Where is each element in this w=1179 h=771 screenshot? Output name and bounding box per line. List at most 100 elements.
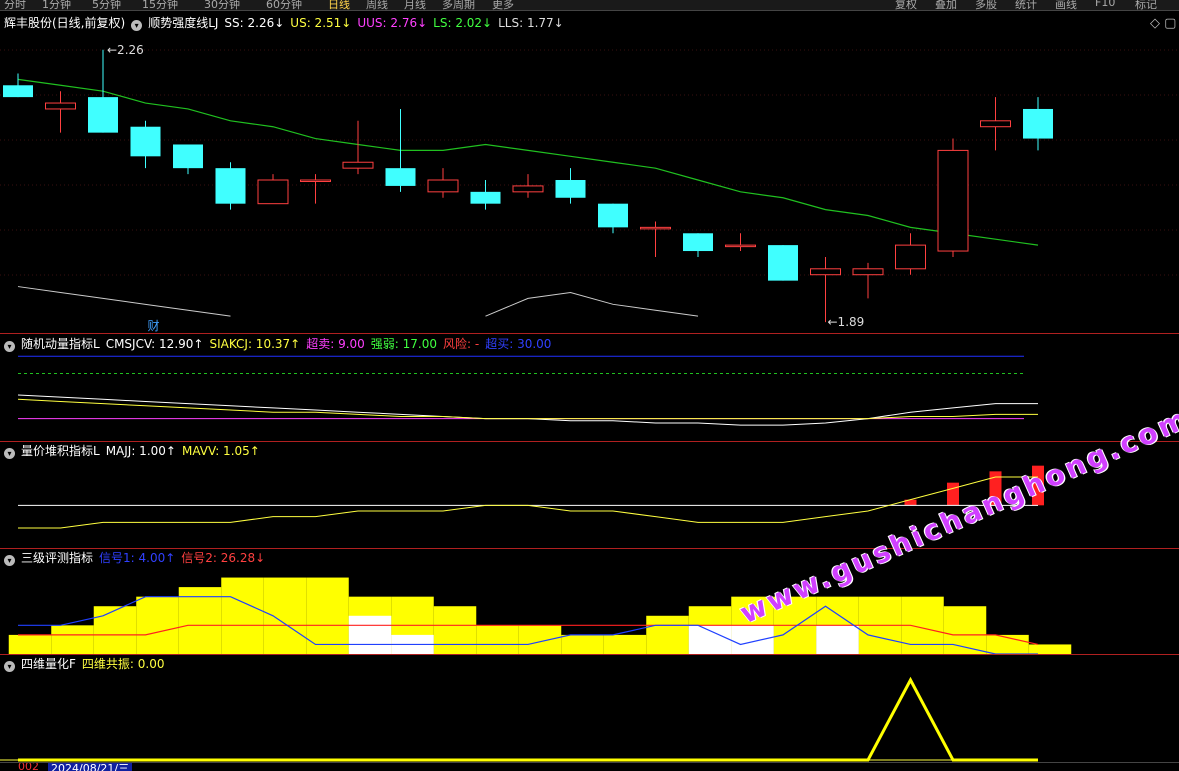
indicator-name[interactable]: 顺势强度线LJ — [148, 16, 218, 30]
candle-body — [470, 191, 501, 204]
candle-body — [555, 180, 586, 198]
panel4-title[interactable]: 三级评测指标 — [21, 551, 93, 565]
candle-body — [895, 244, 926, 270]
highlight-block — [348, 615, 392, 654]
candle-body — [300, 179, 331, 182]
tool-button-0[interactable]: 复权 — [895, 0, 917, 12]
indicator-value: UUS: 2.76↓ — [357, 16, 428, 30]
indicator-value: SS: 2.26↓ — [224, 16, 285, 30]
level-block — [136, 596, 179, 654]
finance-marker: 财 — [148, 319, 160, 333]
level-block — [93, 606, 137, 654]
indicator-value: LLS: 1.77↓ — [498, 16, 564, 30]
period-tab-1[interactable]: 1分钟 — [42, 0, 71, 12]
low-price-label: ←1.89 — [828, 315, 865, 329]
level-block — [646, 615, 689, 654]
panel-separator — [0, 548, 1179, 549]
period-tab-10[interactable]: 更多 — [492, 0, 514, 12]
candle-body — [173, 144, 203, 169]
level-block — [561, 634, 604, 654]
oscillator-line — [485, 291, 699, 317]
tool-button-3[interactable]: 统计 — [1015, 0, 1037, 12]
indicator-value: 四维共振: 0.00 — [81, 657, 165, 671]
highlight-block — [816, 625, 859, 654]
level-block — [263, 577, 307, 654]
candle-body — [598, 203, 628, 228]
candle-body — [130, 126, 161, 157]
tool-button-5[interactable]: F10 — [1095, 0, 1115, 9]
period-tab-3[interactable]: 15分钟 — [142, 0, 178, 12]
candle-body — [385, 168, 416, 186]
period-tab-8[interactable]: 月线 — [404, 0, 426, 12]
window-icon[interactable]: ▢ — [1164, 16, 1176, 31]
collapse-icon[interactable]: ▾ — [4, 448, 15, 459]
mavv-line — [18, 476, 1038, 529]
main-panel-header: 辉丰股份(日线,前复权) ▾ 顺势强度线LJ SS: 2.26↓ US: 2.51↓ UU… — [4, 15, 576, 31]
highlight-block — [731, 625, 774, 654]
tool-button-2[interactable]: 多股 — [975, 0, 997, 12]
indicator-value: 信号1: 4.00↑ — [99, 551, 176, 565]
candle-body — [3, 85, 33, 98]
candle-body — [45, 102, 76, 110]
collapse-icon[interactable]: ▾ — [4, 341, 15, 352]
candle-body — [852, 268, 884, 276]
level-block — [433, 606, 477, 654]
indicator-value: US: 2.51↓ — [290, 16, 352, 30]
candle-body — [810, 268, 841, 276]
panel3-title[interactable]: 量价堆积指标L — [21, 444, 100, 458]
period-tab-6[interactable]: 日线 — [328, 0, 350, 12]
candle-body — [88, 97, 118, 133]
panel-separator — [0, 654, 1179, 655]
level-block — [1028, 644, 1072, 654]
level-block — [603, 634, 647, 654]
panel2-title[interactable]: 随机动量指标L — [21, 337, 100, 351]
ma-line — [17, 78, 1039, 246]
level-block — [221, 577, 264, 654]
tool-button-1[interactable]: 叠加 — [935, 0, 957, 12]
candle-body — [342, 161, 374, 169]
period-tab-0[interactable]: 分时 — [4, 0, 26, 12]
period-tab-7[interactable]: 周线 — [366, 0, 388, 12]
tool-button-4[interactable]: 画线 — [1055, 0, 1077, 12]
cmsjcv-line — [17, 394, 1038, 426]
tool-button-6[interactable]: 标记 — [1135, 0, 1157, 12]
indicator-value: 超卖: 9.00 — [306, 337, 365, 351]
period-toolbar: 分时 1分钟 5分钟 15分钟 30分钟 60分钟 日线 周线 月线 多周期 更多 复权 叠加 多股 统计 画… — [0, 0, 1179, 11]
period-tab-5[interactable]: 60分钟 — [266, 0, 302, 12]
oscillator-line — [17, 286, 231, 317]
candle-body — [427, 179, 459, 193]
candle-body — [640, 226, 671, 230]
indicator-value: 超买: 30.00 — [485, 337, 552, 351]
panel5-title[interactable]: 四维量化F — [21, 657, 76, 671]
indicator-value: 信号2: 26.28↓ — [181, 551, 266, 565]
collapse-icon[interactable]: ▾ — [4, 555, 15, 566]
panel-separator — [0, 441, 1179, 442]
candle-body — [257, 179, 289, 205]
period-tab-2[interactable]: 5分钟 — [92, 0, 121, 12]
resonance-line — [18, 676, 1038, 762]
panel5-header: ▾ 四维量化F 四维共振: 0.00 — [4, 656, 176, 672]
candle-body — [683, 233, 713, 252]
candle-body — [215, 168, 246, 204]
panel3-header: ▾ 量价堆积指标L MAJJ: 1.00↑ MAVV: 1.05↑ — [4, 443, 272, 459]
panel2-header: ▾ 随机动量指标L CMSJCV: 12.90↑ SIAKCJ: 10.37↑ 超卖: … — [4, 336, 563, 352]
indicator-value: SIAKCJ: 10.37↑ — [209, 337, 301, 351]
candle-body — [980, 120, 1011, 128]
collapse-icon[interactable]: ▾ — [4, 661, 15, 672]
high-price-label: ←2.26 — [107, 43, 144, 57]
panel-separator — [0, 333, 1179, 334]
level-block — [8, 634, 52, 654]
period-tab-4[interactable]: 30分钟 — [204, 0, 240, 12]
candle-body — [1023, 108, 1053, 139]
panel4-header: ▾ 三级评测指标 信号1: 4.00↑ 信号2: 26.28↓ — [4, 550, 277, 566]
candle-body — [725, 244, 756, 248]
highlight-block — [688, 625, 732, 654]
indicator-value: CMSJCV: 12.90↑ — [105, 337, 204, 351]
collapse-icon[interactable]: ▾ — [131, 20, 143, 31]
right-icons: ◇ ▢ — [1150, 16, 1176, 31]
indicator-value: MAVV: 1.05↑ — [181, 444, 260, 458]
diamond-icon[interactable]: ◇ — [1150, 16, 1160, 31]
indicator-value: LS: 2.02↓ — [433, 16, 493, 30]
level-block — [51, 625, 94, 654]
period-tab-9[interactable]: 多周期 — [442, 0, 475, 12]
